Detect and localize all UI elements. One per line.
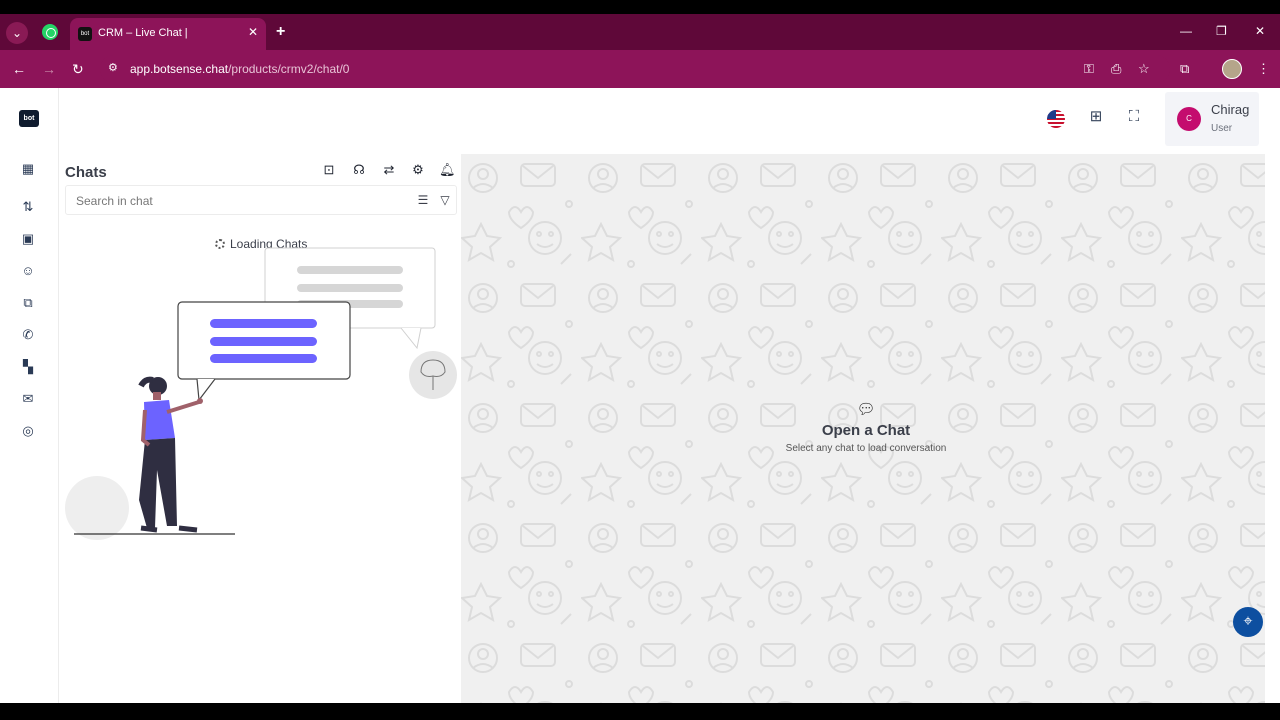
minimize-icon[interactable]: —: [1180, 24, 1192, 38]
integrations-icon[interactable]: ⧉: [20, 295, 36, 311]
chats-panel: Chats ⊡ ☊ ⇄ ⚙ 🔔︎ ☰ ▽ Loading Chats: [59, 150, 461, 703]
notification-bell-icon[interactable]: 🔔︎: [439, 162, 456, 178]
address-bar: ← → ↻ ⚙ app.botsense.chat/products/crmv2…: [0, 50, 1280, 88]
password-key-icon[interactable]: ⚿: [1084, 61, 1094, 77]
filter-funnel-icon[interactable]: ▽: [438, 193, 452, 207]
floating-action-icon[interactable]: ⌖: [1233, 607, 1263, 637]
left-sidebar: bot ▦ ⇅ ▣ ☺ ⧉ ✆ ▚ ✉ ◎: [0, 88, 59, 703]
chats-title: Chats: [65, 164, 107, 181]
install-app-icon[interactable]: ⎙: [1111, 61, 1121, 77]
profile-avatar-icon[interactable]: [1222, 59, 1242, 79]
url-path: /products/crmv2/chat/0: [228, 62, 350, 76]
tab-title: CRM – Live Chat |: [98, 27, 188, 39]
bookmark-star-icon[interactable]: ☆: [1138, 61, 1150, 77]
user-name: Chirag: [1211, 102, 1250, 117]
settings-gear-icon[interactable]: ⚙: [410, 162, 426, 178]
briefcase-icon[interactable]: ▣: [20, 231, 36, 247]
brand-logo[interactable]: bot: [19, 110, 39, 127]
bottom-black-bar: [0, 703, 1280, 720]
apps-icon[interactable]: ▚: [20, 359, 36, 375]
support-icon[interactable]: ◎: [20, 423, 36, 439]
new-chat-icon[interactable]: ⊡: [321, 162, 337, 178]
bot-icon[interactable]: ☺: [20, 263, 36, 279]
site-info-icon[interactable]: ⚙: [108, 61, 120, 74]
transfer-icon[interactable]: ⇄: [381, 162, 397, 178]
browser-menu-icon[interactable]: ⋮: [1257, 61, 1270, 77]
reload-icon[interactable]: ↻: [72, 61, 84, 78]
right-edge-strip: [1265, 154, 1280, 703]
window-close-icon[interactable]: ✕: [1255, 24, 1265, 38]
extensions-icon[interactable]: ⧉: [1180, 61, 1189, 77]
url-field[interactable]: ⚙ app.botsense.chat/products/crmv2/chat/…: [100, 55, 1170, 83]
chat-bubble-icon[interactable]: ✉: [20, 391, 36, 407]
user-menu[interactable]: C Chirag User: [1165, 92, 1259, 146]
chat-bubble-icon: 💬︎: [856, 401, 876, 418]
avatar: C: [1177, 107, 1201, 131]
tab-favicon: bot: [78, 27, 92, 41]
user-role: User: [1211, 123, 1233, 134]
empty-state-title: Open a Chat: [821, 422, 911, 439]
chat-search-box: ☰ ▽: [65, 185, 457, 215]
restore-icon[interactable]: ❐: [1216, 24, 1227, 38]
dashboard-icon[interactable]: ▦: [20, 161, 36, 177]
empty-state: 💬︎ Open a Chat Select any chat to load c…: [461, 400, 1265, 454]
app-header: ⊞ ⛶ C Chirag User: [59, 88, 1280, 150]
url-text: app.botsense.chat/products/crmv2/chat/0: [130, 62, 349, 76]
conversation-area[interactable]: 💬︎ Open a Chat Select any chat to load c…: [461, 154, 1265, 703]
tab-close-icon[interactable]: ✕: [248, 25, 258, 39]
back-icon[interactable]: ←: [12, 61, 26, 77]
apps-grid-icon[interactable]: ⊞: [1087, 108, 1105, 126]
headset-icon[interactable]: ☊: [351, 162, 367, 178]
flows-icon[interactable]: ⇅: [20, 199, 36, 215]
sliders-icon[interactable]: ☰: [416, 193, 430, 207]
loading-illustration: [65, 247, 457, 540]
empty-state-subtitle: Select any chat to load conversation: [785, 443, 947, 454]
whatsapp-pinned-tab-icon[interactable]: [42, 24, 58, 40]
browser-tab-active[interactable]: bot CRM – Live Chat | ✕: [70, 18, 266, 50]
url-domain: app.botsense.chat: [130, 62, 229, 76]
new-tab-icon[interactable]: +: [276, 23, 285, 41]
phone-icon[interactable]: ✆: [20, 327, 36, 343]
us-flag-language-icon[interactable]: [1047, 110, 1065, 128]
forward-icon[interactable]: →: [42, 61, 56, 77]
chat-search-input[interactable]: [76, 192, 396, 210]
app-root: bot ▦ ⇅ ▣ ☺ ⧉ ✆ ▚ ✉ ◎ ⊞ ⛶ C Chirag User …: [0, 88, 1280, 703]
browser-tab-bar: ⌄ bot CRM – Live Chat | ✕ + — ❐ ✕: [0, 14, 1280, 50]
top-black-bar: [0, 0, 1280, 14]
fullscreen-icon[interactable]: ⛶: [1125, 108, 1143, 126]
tab-search-chevron-icon[interactable]: ⌄: [6, 22, 28, 44]
